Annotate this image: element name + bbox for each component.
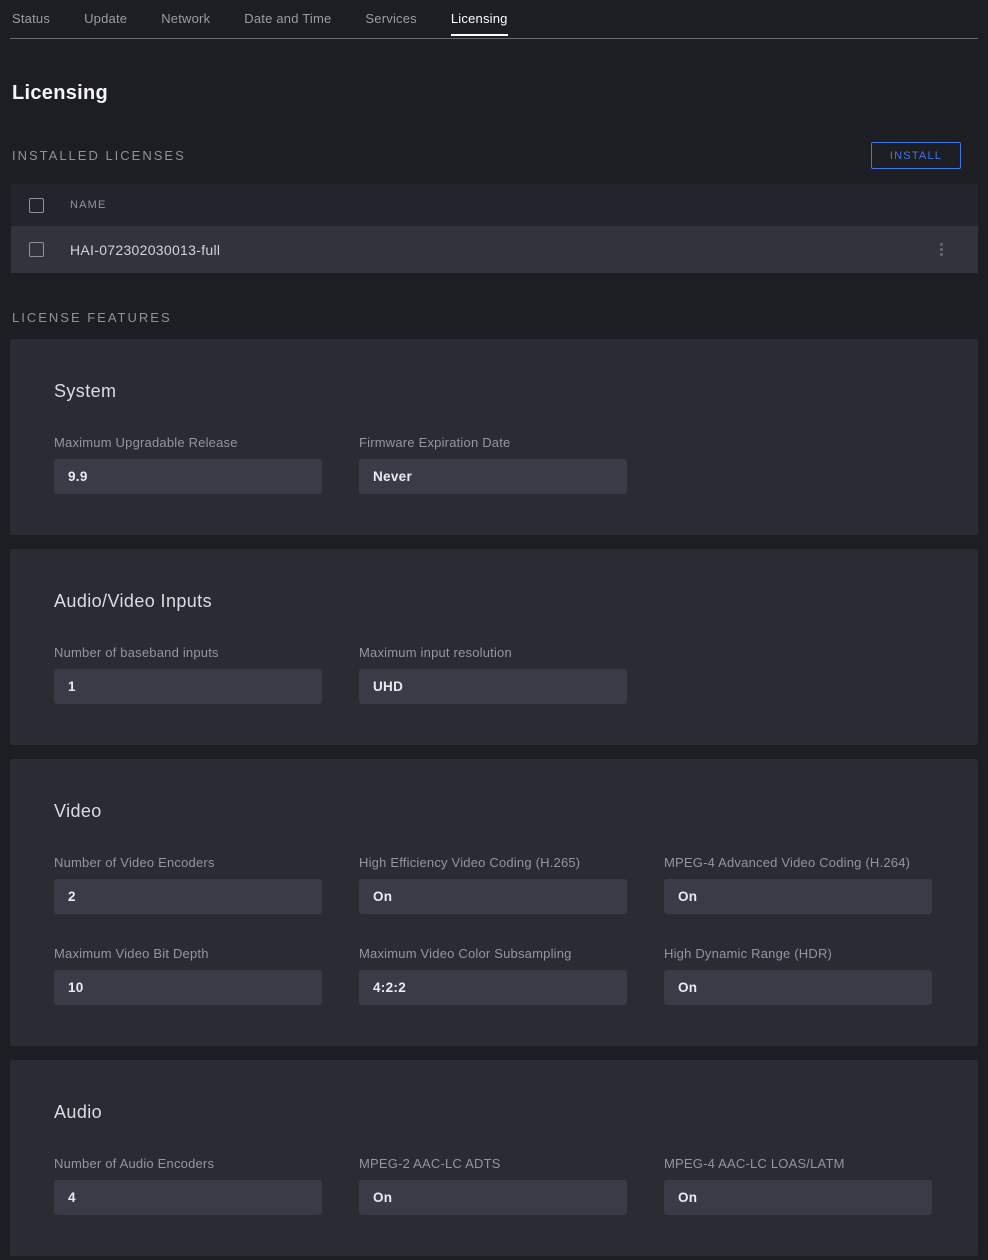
license-feature-cards: System Maximum Upgradable Release 9.9 Firmw… [10, 339, 978, 1256]
field-value: UHD [373, 679, 403, 694]
field-label: Maximum Upgradable Release [54, 435, 322, 450]
field-label: Number of Audio Encoders [54, 1156, 322, 1171]
field-value-box: Never [359, 459, 627, 494]
licenses-table: NAME HAI-072302030013-full [11, 184, 978, 273]
field-value: 4:2:2 [373, 980, 406, 995]
card-audio: Audio Number of Audio Encoders 4 MPEG-2 AAC… [10, 1060, 978, 1256]
field-value-box: UHD [359, 669, 627, 704]
card-audio-video-inputs: Audio/Video Inputs Number of baseband inp… [10, 549, 978, 745]
field-value: 9.9 [68, 469, 88, 484]
tab-network[interactable]: Network [161, 11, 210, 36]
card-field-grid: Number of baseband inputs 1 Maximum input … [54, 645, 934, 704]
tab-services[interactable]: Services [365, 11, 416, 36]
installed-licenses-label: INSTALLED LICENSES [12, 148, 186, 163]
field-value-box: On [664, 970, 932, 1005]
field-value: On [678, 889, 697, 904]
field-mpeg-2-aac-lc-adts: MPEG-2 AAC-LC ADTS On [359, 1156, 627, 1215]
field-mpeg-4-aac-lc-loas-latm: MPEG-4 AAC-LC LOAS/LATM On [664, 1156, 932, 1215]
field-label: High Efficiency Video Coding (H.265) [359, 855, 627, 870]
field-value: 10 [68, 980, 84, 995]
field-label: Maximum input resolution [359, 645, 627, 660]
installed-licenses-header: INSTALLED LICENSES INSTALL [12, 142, 961, 169]
card-title: Audio/Video Inputs [54, 591, 934, 612]
row-actions-kebab-icon[interactable] [936, 239, 947, 260]
field-number-of-baseband-inputs: Number of baseband inputs 1 [54, 645, 322, 704]
license-table-row[interactable]: HAI-072302030013-full [11, 226, 978, 273]
field-number-of-video-encoders: Number of Video Encoders 2 [54, 855, 322, 914]
card-video: Video Number of Video Encoders 2 High Effic… [10, 759, 978, 1046]
field-label: Maximum Video Bit Depth [54, 946, 322, 961]
field-label: Firmware Expiration Date [359, 435, 627, 450]
field-value-box: 9.9 [54, 459, 322, 494]
tab-update[interactable]: Update [84, 11, 127, 36]
field-maximum-video-bit-depth: Maximum Video Bit Depth 10 [54, 946, 322, 1005]
tab-licensing[interactable]: Licensing [451, 11, 508, 36]
field-maximum-input-resolution: Maximum input resolution UHD [359, 645, 627, 704]
select-all-checkbox[interactable] [29, 198, 44, 213]
field-value: On [373, 1190, 392, 1205]
field-value-box: 2 [54, 879, 322, 914]
field-label: Number of Video Encoders [54, 855, 322, 870]
field-value-box: On [359, 879, 627, 914]
card-title: Video [54, 801, 934, 822]
field-value: 2 [68, 889, 76, 904]
card-field-grid: Maximum Upgradable Release 9.9 Firmware Ex… [54, 435, 934, 494]
field-value: On [373, 889, 392, 904]
column-header-name: NAME [70, 199, 107, 211]
field-label: Maximum Video Color Subsampling [359, 946, 627, 961]
field-value-box: On [664, 879, 932, 914]
tab-date-and-time[interactable]: Date and Time [244, 11, 331, 36]
field-high-dynamic-range-hdr: High Dynamic Range (HDR) On [664, 946, 932, 1005]
license-features-label: LICENSE FEATURES [12, 310, 988, 325]
card-system: System Maximum Upgradable Release 9.9 Firmw… [10, 339, 978, 535]
field-value-box: On [664, 1180, 932, 1215]
field-value: On [678, 980, 697, 995]
field-label: Number of baseband inputs [54, 645, 322, 660]
field-mpeg-4-advanced-video-coding-h-264: MPEG-4 Advanced Video Coding (H.264) On [664, 855, 932, 914]
field-high-efficiency-video-coding-h-265: High Efficiency Video Coding (H.265) On [359, 855, 627, 914]
card-title: System [54, 381, 934, 402]
row-checkbox[interactable] [29, 242, 44, 257]
field-label: MPEG-2 AAC-LC ADTS [359, 1156, 627, 1171]
field-label: High Dynamic Range (HDR) [664, 946, 932, 961]
field-value-box: 4:2:2 [359, 970, 627, 1005]
field-firmware-expiration-date: Firmware Expiration Date Never [359, 435, 627, 494]
field-label: MPEG-4 Advanced Video Coding (H.264) [664, 855, 932, 870]
field-value: 4 [68, 1190, 76, 1205]
card-title: Audio [54, 1102, 934, 1123]
field-value-box: 4 [54, 1180, 322, 1215]
field-value-box: 1 [54, 669, 322, 704]
field-value-box: 10 [54, 970, 322, 1005]
field-value: 1 [68, 679, 76, 694]
tab-bar: Status Update Network Date and Time Services… [0, 0, 988, 36]
field-maximum-video-color-subsampling: Maximum Video Color Subsampling 4:2:2 [359, 946, 627, 1005]
card-field-grid: Number of Video Encoders 2 High Efficiency… [54, 855, 934, 1005]
field-value: Never [373, 469, 412, 484]
license-name: HAI-072302030013-full [70, 242, 220, 258]
field-value: On [678, 1190, 697, 1205]
card-field-grid: Number of Audio Encoders 4 MPEG-2 AAC-LC A… [54, 1156, 934, 1215]
page-title: Licensing [12, 82, 988, 105]
field-value-box: On [359, 1180, 627, 1215]
install-button[interactable]: INSTALL [871, 142, 961, 169]
field-number-of-audio-encoders: Number of Audio Encoders 4 [54, 1156, 322, 1215]
tab-status[interactable]: Status [12, 11, 50, 36]
field-label: MPEG-4 AAC-LC LOAS/LATM [664, 1156, 932, 1171]
tab-bar-divider [10, 38, 978, 39]
field-maximum-upgradable-release: Maximum Upgradable Release 9.9 [54, 435, 322, 494]
licenses-table-header-row: NAME [11, 184, 978, 226]
